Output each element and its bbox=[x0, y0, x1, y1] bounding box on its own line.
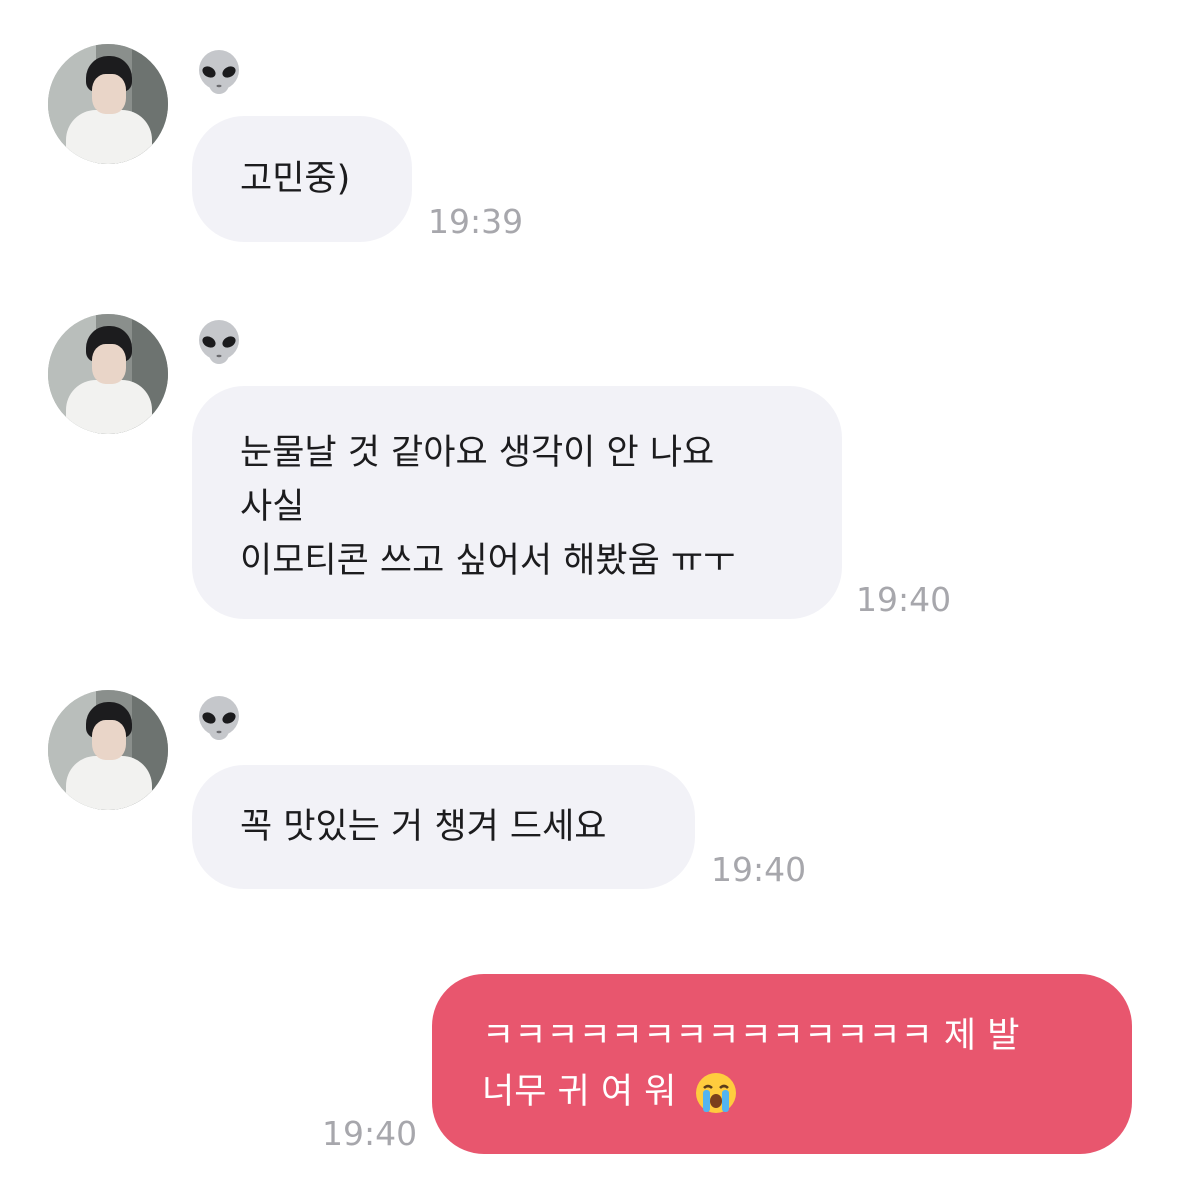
message-text-line: 사실 bbox=[240, 487, 305, 527]
message-timestamp: 19:40 bbox=[856, 580, 952, 619]
message-timestamp: 19:40 bbox=[711, 850, 807, 889]
reply-timestamp: 19:40 bbox=[322, 1114, 418, 1153]
alien-emoji-icon bbox=[199, 320, 239, 364]
message-text-line: 눈물날 것 같아요 생각이 안 나요 bbox=[240, 433, 715, 473]
incoming-message-bubble[interactable]: 꼭 맛있는 거 챙겨 드세요 bbox=[192, 765, 695, 889]
incoming-message-bubble[interactable]: 눈물날 것 같아요 생각이 안 나요 사실 이모티콘 쓰고 싶어서 해봤움 ㅠㅜ bbox=[192, 386, 842, 619]
incoming-message-bubble[interactable]: 고민중) bbox=[192, 116, 412, 242]
loudly-crying-face-icon bbox=[695, 1073, 736, 1113]
message-text: 꼭 맛있는 거 챙겨 드세요 bbox=[240, 807, 607, 847]
alien-emoji-icon bbox=[199, 696, 239, 740]
sender-avatar[interactable] bbox=[48, 690, 168, 810]
reply-text: 너무 귀 여 워 bbox=[482, 1072, 677, 1112]
message-timestamp: 19:39 bbox=[428, 202, 524, 241]
alien-emoji-icon bbox=[199, 50, 239, 94]
outgoing-message-bubble[interactable]: ㅋㅋㅋㅋㅋㅋㅋㅋㅋㅋㅋㅋㅋㅋ 제 발 너무 귀 여 워 bbox=[432, 974, 1132, 1154]
message-text-line: 이모티콘 쓰고 싶어서 해봤움 ㅠㅜ bbox=[240, 541, 736, 581]
sender-avatar[interactable] bbox=[48, 44, 168, 164]
message-text: 고민중) bbox=[240, 159, 351, 199]
reply-text-line-2: 너무 귀 여 워 bbox=[482, 1064, 1082, 1120]
reply-text-line: ㅋㅋㅋㅋㅋㅋㅋㅋㅋㅋㅋㅋㅋㅋ 제 발 bbox=[482, 1016, 1020, 1056]
sender-avatar[interactable] bbox=[48, 314, 168, 434]
